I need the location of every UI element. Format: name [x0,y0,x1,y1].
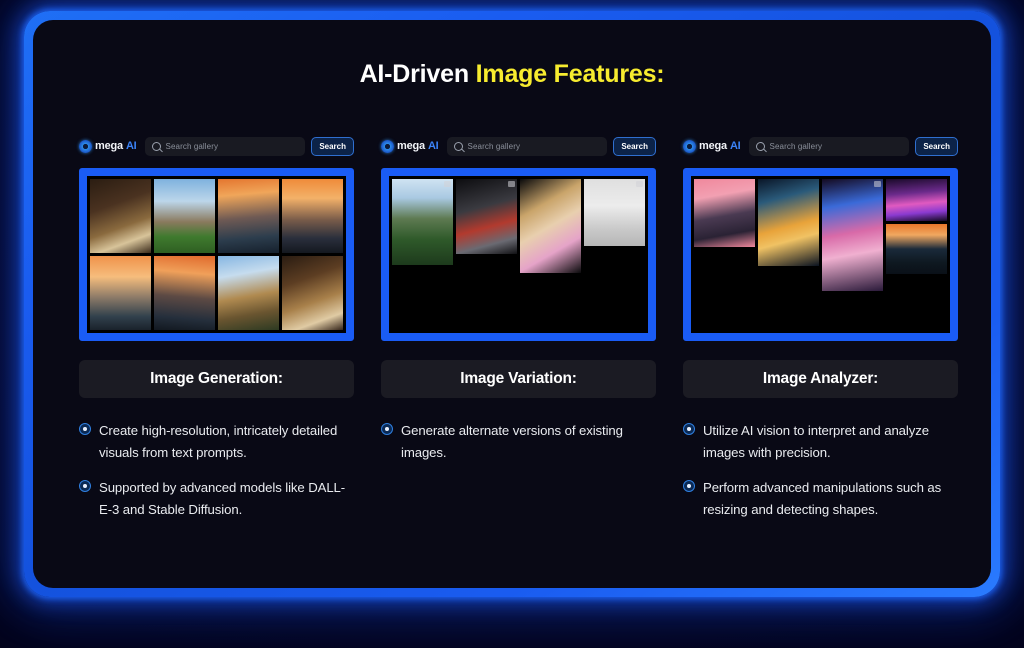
feature-column-image-variation: mega AI Search gallery Search Image Variatio… [381,133,656,521]
gallery-image-glowing-ai-cave[interactable] [758,179,819,266]
bullet-item: Utilize AI vision to interpret and analy… [683,420,958,464]
gallery-frame [683,168,958,341]
gallery-image-mountain-sunset-silhouette[interactable] [282,179,343,253]
gallery-image-vr-headset-woman-neon[interactable] [822,179,883,291]
circle-target-icon [381,139,394,153]
search-input[interactable]: Search gallery [446,136,608,156]
gallery-image-temple-sunrise-haze[interactable] [90,256,151,330]
bullet-text: Create high-resolution, intricately deta… [99,423,338,460]
gallery-image-person-on-cliff-sunset[interactable] [218,179,279,253]
image-badge-icon [874,181,881,187]
bullet-target-icon [381,423,393,435]
gallery-image-pink-backdrop-portrait[interactable] [694,179,755,247]
search-button[interactable]: Search [915,136,958,156]
logo-name: mega [95,140,123,152]
image-badge-icon [444,181,451,187]
image-badge-icon [508,181,515,187]
image-gallery [694,179,947,330]
feature-title-image-analyzer: Image Analyzer: [683,360,958,398]
feature-title-image-generation: Image Generation: [79,360,354,398]
gallery-image-astronaut-sunset-silhouette[interactable] [886,224,947,274]
page-root: AI-Driven Image Features: mega AI Search g… [0,0,1024,648]
image-gallery [90,179,343,330]
bullet-text: Utilize AI vision to interpret and analy… [703,423,929,460]
feature-columns: mega AI Search gallery Search Image Generati… [79,133,959,521]
search-button[interactable]: Search [311,136,354,156]
brand-logo[interactable]: mega AI [683,139,749,153]
gallery-image-tiger-portrait-closeup[interactable] [282,256,343,330]
gallery-image-temple-ruins-green-lawn[interactable] [154,179,215,253]
brand-logo[interactable]: mega AI [381,139,447,153]
search-area: Search gallery Search [748,136,958,156]
app-header: mega AI Search gallery Search [381,133,656,159]
search-area: Search gallery Search [446,136,656,156]
feature-column-image-generation: mega AI Search gallery Search Image Generati… [79,133,354,521]
gallery-image-jaguar-temple-clouds[interactable] [218,256,279,330]
feature-bullets: Create high-resolution, intricately deta… [79,420,354,521]
bullet-target-icon [79,480,91,492]
gallery-image-betta-fish-pink-gold[interactable] [520,179,581,273]
image-gallery [392,179,645,330]
search-area: Search gallery Search [144,136,354,156]
feature-title-image-variation: Image Variation: [381,360,656,398]
app-header: mega AI Search gallery Search [683,133,958,159]
bullet-item: Generate alternate versions of existing … [381,420,656,464]
gallery-image-white-studio-object[interactable] [584,179,645,246]
content-panel: AI-Driven Image Features: mega AI Search g… [33,20,991,588]
bullet-target-icon [683,423,695,435]
page-title-lead: AI-Driven [359,60,470,88]
logo-suffix: AI [729,140,741,152]
page-title-accent: Image Features: [475,60,665,88]
gallery-image-climber-red-sunset[interactable] [154,256,215,330]
circle-target-icon [79,139,92,153]
gallery-frame [79,168,354,341]
bullet-target-icon [79,423,91,435]
feature-column-image-analyzer: mega AI Search gallery Search Image Analyzer… [683,133,958,521]
logo-name: mega [397,140,425,152]
bullet-target-icon [683,480,695,492]
circle-target-icon [683,139,696,153]
search-placeholder: Search gallery [467,141,521,151]
gallery-image-wildflower-field-landscape[interactable] [392,179,453,265]
bullet-text: Supported by advanced models like DALL-E… [99,480,346,517]
bullet-item: Create high-resolution, intricately deta… [79,420,354,464]
bullet-text: Generate alternate versions of existing … [401,423,623,460]
logo-name: mega [699,140,727,152]
page-title: AI-Driven Image Features: [33,60,991,89]
search-placeholder: Search gallery [769,141,823,151]
search-icon [755,141,765,151]
image-badge-icon [636,181,643,187]
search-icon [151,141,161,151]
app-header: mega AI Search gallery Search [79,133,354,159]
search-input[interactable]: Search gallery [748,136,910,156]
brand-logo[interactable]: mega AI [79,139,145,153]
feature-bullets: Generate alternate versions of existing … [381,420,656,464]
bullet-item: Supported by advanced models like DALL-E… [79,477,354,521]
gallery-image-leopard-portrait-dark[interactable] [90,179,151,253]
logo-suffix: AI [125,140,137,152]
bullet-text: Perform advanced manipulations such as r… [703,480,942,517]
gallery-image-stone-bust-red-light[interactable] [456,179,517,254]
logo-suffix: AI [427,140,439,152]
search-placeholder: Search gallery [165,141,219,151]
search-button[interactable]: Search [613,136,656,156]
feature-bullets: Utilize AI vision to interpret and analy… [683,420,958,521]
search-icon [453,141,463,151]
gallery-image-purple-glow-orb[interactable] [886,179,947,221]
gallery-frame [381,168,656,341]
search-input[interactable]: Search gallery [144,136,306,156]
bullet-item: Perform advanced manipulations such as r… [683,477,958,521]
